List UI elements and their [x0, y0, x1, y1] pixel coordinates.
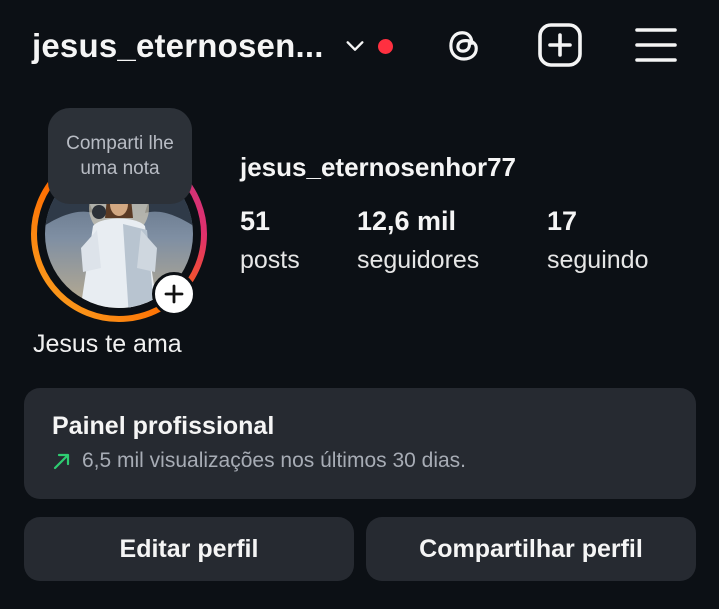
top-bar: jesus_eternosen...	[0, 0, 719, 92]
add-story-button[interactable]	[152, 272, 196, 316]
profile-screen: jesus_eternosen... Comparti lhe uma nota…	[0, 0, 719, 609]
note-bubble[interactable]: Comparti lhe uma nota	[48, 108, 192, 204]
share-profile-button[interactable]: Compartilhar perfil	[366, 517, 696, 581]
account-switcher[interactable]: jesus_eternosen...	[32, 22, 393, 70]
posts-stat[interactable]: 51 posts	[240, 204, 300, 278]
profile-username: jesus_eternosenhor77	[240, 152, 517, 182]
following-stat[interactable]: 17 seguindo	[547, 204, 648, 278]
following-label: seguindo	[547, 246, 649, 274]
professional-dashboard-card[interactable]: Painel profissional 6,5 mil visualizaçõe…	[24, 388, 696, 499]
followers-stat[interactable]: 12,6 mil seguidores	[357, 204, 479, 278]
display-name: Jesus te ama	[33, 330, 182, 358]
plus-icon	[164, 284, 184, 304]
note-bubble-tail	[92, 205, 106, 219]
trend-up-arrow-icon	[53, 453, 70, 470]
views-summary: 6,5 mil visualizações nos últimos 30 dia…	[82, 449, 467, 472]
posts-label: posts	[240, 246, 300, 274]
notification-dot	[377, 38, 393, 54]
threads-icon[interactable]	[441, 22, 487, 68]
professional-dashboard-title: Painel profissional	[52, 412, 275, 440]
following-count: 17	[547, 206, 578, 236]
menu-icon[interactable]	[633, 22, 679, 68]
followers-count: 12,6 mil	[357, 206, 457, 236]
create-plus-icon[interactable]	[537, 22, 583, 68]
chevron-down-icon	[346, 41, 364, 51]
followers-label: seguidores	[357, 246, 480, 274]
edit-profile-button[interactable]: Editar perfil	[24, 517, 354, 581]
posts-count: 51	[240, 206, 271, 236]
professional-dashboard-subtitle: 6,5 mil visualizações nos últimos 30 dia…	[52, 449, 668, 473]
header-username: jesus_eternosen...	[32, 27, 324, 64]
